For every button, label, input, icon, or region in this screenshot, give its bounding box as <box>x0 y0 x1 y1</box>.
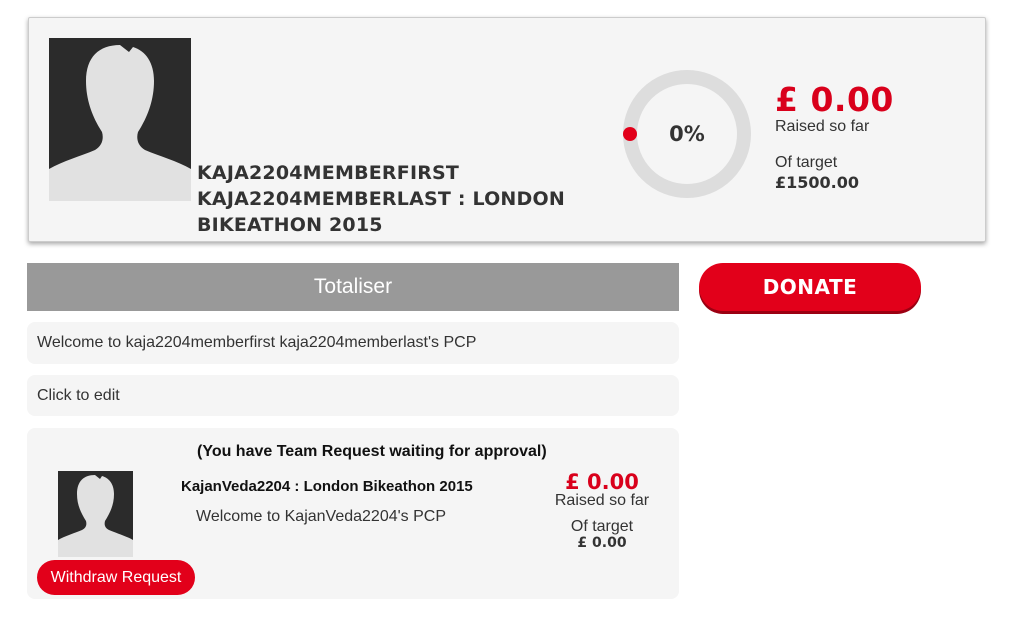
target-value: £1500.00 <box>775 173 860 192</box>
team-page-name: KajanVeda2204 : London Bikeathon 2015 <box>181 478 473 495</box>
welcome-panel: Welcome to kaja2204memberfirst kaja2204m… <box>27 322 679 364</box>
edit-panel[interactable]: Click to edit <box>27 375 679 416</box>
welcome-text: Welcome to kaja2204memberfirst kaja2204m… <box>37 334 477 351</box>
team-welcome-text: Welcome to KajanVeda2204's PCP <box>196 508 447 525</box>
team-target-label: Of target <box>570 518 634 535</box>
team-request-panel: (You have Team Request waiting for appro… <box>27 428 679 599</box>
click-to-edit-text[interactable]: Click to edit <box>37 387 120 405</box>
team-target-value: £ 0.00 <box>577 535 627 551</box>
progress-percent: 0% <box>669 122 705 146</box>
person-silhouette-icon <box>49 38 191 201</box>
page-title: KAJA2204MEMBERFIRST KAJA2204MEMBERLAST :… <box>197 162 565 236</box>
person-silhouette-icon <box>58 471 133 557</box>
team-raised-amount: £ 0.00 <box>565 470 639 494</box>
target-label: Of target <box>775 154 838 171</box>
tab-totaliser[interactable]: Totaliser <box>27 263 679 311</box>
raised-label: Raised so far <box>775 118 870 135</box>
raised-amount: £ 0.00 <box>775 80 894 119</box>
profile-card: KAJA2204MEMBERFIRST KAJA2204MEMBERLAST :… <box>28 17 986 242</box>
team-raised-label: Raised so far <box>554 492 650 509</box>
donate-button[interactable]: DONATE <box>699 263 921 311</box>
withdraw-request-button[interactable]: Withdraw Request <box>37 560 195 595</box>
team-request-notice: (You have Team Request waiting for appro… <box>197 443 547 460</box>
